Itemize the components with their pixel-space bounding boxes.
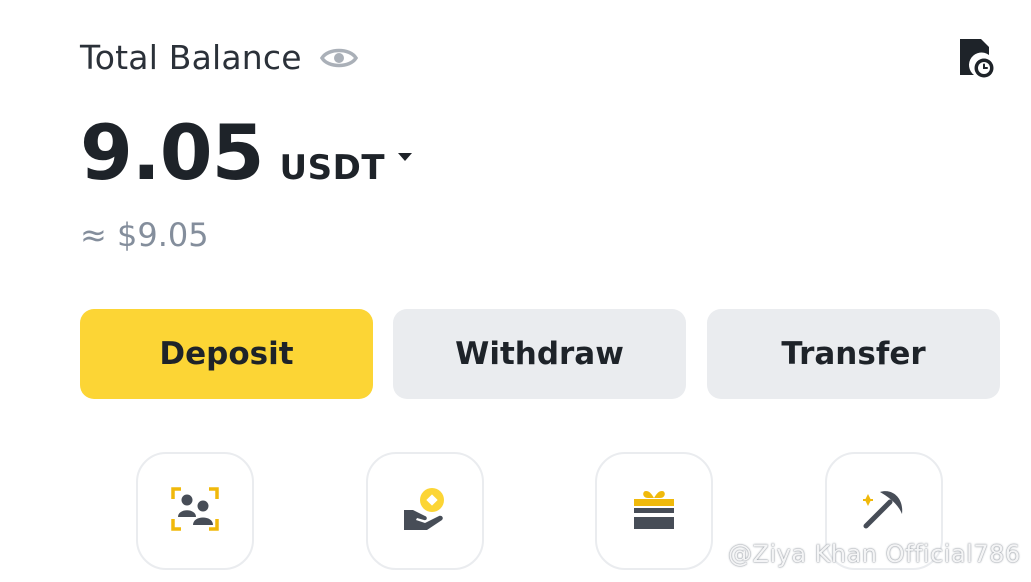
withdraw-button[interactable]: Withdraw xyxy=(393,309,686,399)
currency-selector[interactable]: USDT xyxy=(280,148,386,188)
balance-row: 9.05 USDT xyxy=(80,108,413,197)
watermark: @Ziya Khan Official786 xyxy=(728,540,1021,568)
transfer-button[interactable]: Transfer xyxy=(707,309,1000,399)
deposit-button[interactable]: Deposit xyxy=(80,309,373,399)
coin-hand-icon xyxy=(401,486,449,536)
users-scan-icon xyxy=(171,487,219,535)
caret-down-icon[interactable] xyxy=(397,152,413,162)
balance-amount: 9.05 xyxy=(80,108,265,197)
balance-header: Total Balance xyxy=(80,38,358,77)
shortcut-tile-users-scan[interactable] xyxy=(136,452,254,570)
shortcut-tile-coin-hand[interactable] xyxy=(366,452,484,570)
approx-fiat-value: ≈ $9.05 xyxy=(80,216,209,254)
shortcut-tile-gift-card[interactable] xyxy=(595,452,713,570)
total-balance-title: Total Balance xyxy=(80,38,302,77)
pickaxe-icon xyxy=(860,486,908,536)
document-clock-icon[interactable] xyxy=(957,37,997,79)
gift-card-icon xyxy=(631,487,677,535)
eye-icon[interactable] xyxy=(319,45,358,71)
